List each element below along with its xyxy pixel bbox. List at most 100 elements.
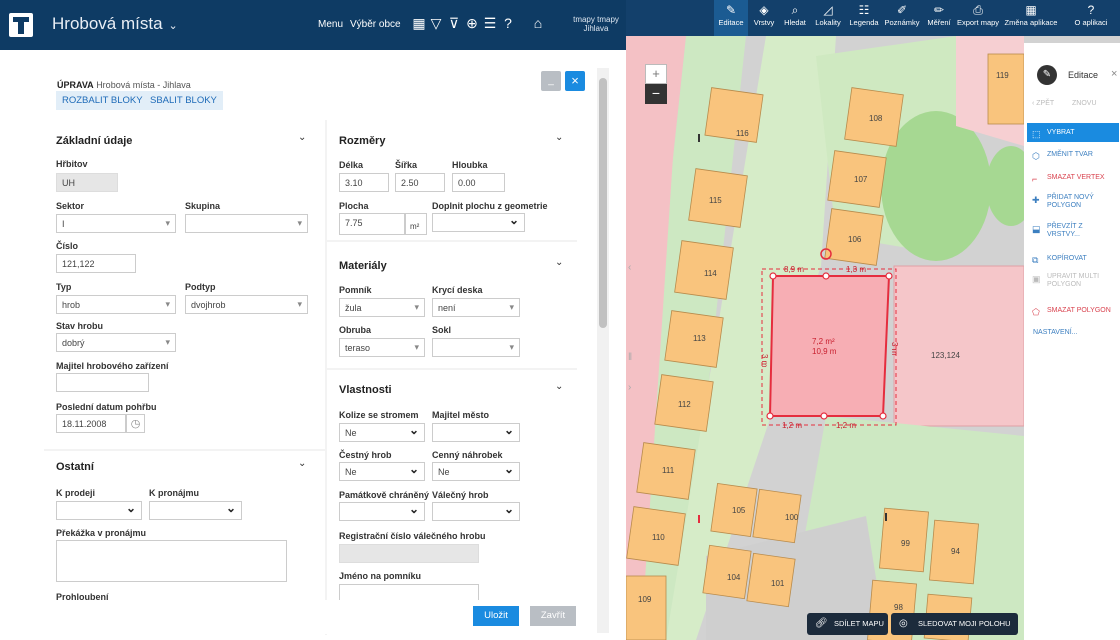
- war-grave-select[interactable]: [432, 502, 520, 521]
- chevron-down-icon[interactable]: ⌄: [298, 132, 306, 143]
- app-title-dropdown[interactable]: Hrobová místa ⌄: [52, 14, 178, 34]
- toolbar-edit[interactable]: ✎ Editace: [714, 0, 748, 36]
- chevron-down-icon[interactable]: ⌄: [555, 132, 563, 143]
- plot-123-124: [893, 265, 1025, 427]
- cover-select[interactable]: není: [432, 298, 520, 317]
- grave-116[interactable]: [704, 87, 764, 143]
- tool-add-polygon[interactable]: ✚ PŘIDAT NOVÝ POLYGON: [1027, 192, 1119, 216]
- select-municipality-link[interactable]: Výběr obce: [350, 19, 401, 30]
- tool-take-from-layer[interactable]: ⬓ PŘEVZÍT Z VRSTVY...: [1027, 221, 1119, 245]
- for-sale-select[interactable]: [56, 501, 142, 520]
- grave-104[interactable]: [702, 544, 752, 600]
- base-select[interactable]: [432, 338, 520, 357]
- toolbar-legend[interactable]: ☷ Legenda: [846, 0, 882, 36]
- width-field[interactable]: 2.50: [395, 173, 445, 192]
- menu-link[interactable]: Menu: [318, 19, 343, 30]
- redo-button[interactable]: ZNOVU: [1072, 100, 1097, 107]
- toolbar-layers[interactable]: ◈ Vrstvy: [748, 0, 780, 36]
- collapse-left-icon[interactable]: ‹: [628, 262, 631, 273]
- valuable-select[interactable]: Ne: [432, 462, 520, 481]
- chevron-down-icon[interactable]: ⌄: [298, 458, 306, 469]
- tool-edit-multipolygon[interactable]: ▣ UPRAVIT MULTI POLYGON: [1027, 271, 1119, 295]
- toolbar-about[interactable]: ? O aplikaci: [1062, 0, 1120, 36]
- properties-title: Vlastnosti: [339, 384, 392, 396]
- monument-select[interactable]: žula: [339, 298, 425, 317]
- app-logo[interactable]: [9, 13, 33, 37]
- city-owner-select[interactable]: [432, 423, 520, 442]
- toolbar-label: Vrstvy: [753, 18, 775, 27]
- zoom-in-button[interactable]: +: [645, 64, 667, 84]
- grave-label: 111: [662, 466, 675, 475]
- clear-filter-icon[interactable]: ⊽: [446, 15, 462, 32]
- toolbar-change-app[interactable]: ▦ Změna aplikace: [1002, 0, 1060, 36]
- tool-copy[interactable]: ⧉ KOPÍROVAT: [1027, 249, 1119, 268]
- grave-109[interactable]: [626, 575, 667, 640]
- owner-field[interactable]: [56, 373, 149, 392]
- tool-delete-polygon[interactable]: ⬠ SMAZAT POLYGON: [1027, 301, 1119, 320]
- chevron-down-icon[interactable]: ⌄: [555, 257, 563, 268]
- toolbar-export[interactable]: ⎙ Export mapy: [956, 0, 1000, 36]
- fill-area-select[interactable]: [432, 213, 525, 232]
- honor-grave-select[interactable]: Ne: [339, 462, 425, 481]
- expand-blocks-button[interactable]: ROZBALIT BLOKY: [56, 91, 149, 110]
- border-select[interactable]: teraso: [339, 338, 425, 357]
- heritage-select[interactable]: [339, 502, 425, 521]
- close-button[interactable]: Zavřít: [530, 606, 576, 626]
- zoom-out-button[interactable]: −: [645, 84, 667, 104]
- chevron-down-icon[interactable]: ⌄: [555, 381, 563, 392]
- tool-reshape[interactable]: ⬡ ZMĚNIT TVAR: [1027, 145, 1119, 164]
- list-icon[interactable]: ☰: [482, 15, 498, 32]
- user-name: tmapy tmapy: [573, 15, 619, 24]
- toolbar-measure[interactable]: ✏ Měření: [922, 0, 956, 36]
- app-header: Hrobová místa ⌄ Menu Výběr obce ▦ ▽ ⊽ ⊕ ☰…: [0, 0, 626, 50]
- minimize-button[interactable]: _: [541, 71, 561, 91]
- area-field[interactable]: 7.75: [339, 213, 405, 235]
- fill-area-label: Doplnit plochu z geometrie: [432, 201, 548, 211]
- filter-icon[interactable]: ▽: [428, 15, 444, 32]
- number-field[interactable]: 121,122: [56, 254, 136, 273]
- track-location-button[interactable]: ◎ SLEDOVAT MOJI POLOHU: [891, 613, 1018, 635]
- expand-right-icon[interactable]: ›: [628, 382, 631, 393]
- save-button[interactable]: Uložit: [473, 606, 519, 626]
- grave-119[interactable]: [987, 53, 1025, 125]
- toolbar-notes[interactable]: ✐ Poznámky: [882, 0, 922, 36]
- close-icon[interactable]: ×: [1111, 68, 1117, 80]
- subtype-select[interactable]: dvojhrob: [185, 295, 308, 314]
- tool-delete-vertex[interactable]: ⌐ SMAZAT VERTEX: [1027, 168, 1119, 187]
- help-icon[interactable]: ?: [500, 15, 516, 31]
- depth-field[interactable]: 0.00: [452, 173, 505, 192]
- share-map-button[interactable]: 🔗︎ SDÍLET MAPU: [807, 613, 888, 635]
- state-select[interactable]: dobrý: [56, 333, 176, 352]
- user-info[interactable]: tmapy tmapy Jihlava: [570, 15, 622, 33]
- dim-label: 8,9 m: [784, 265, 804, 274]
- group-select[interactable]: [185, 214, 308, 233]
- home-icon[interactable]: ⌂: [530, 15, 546, 31]
- close-x-button[interactable]: ×: [565, 71, 585, 91]
- length-field[interactable]: 3.10: [339, 173, 389, 192]
- war-reg-field[interactable]: [339, 544, 479, 563]
- clock-icon[interactable]: ◷: [126, 414, 145, 433]
- add-circle-icon[interactable]: ⊕: [464, 15, 480, 32]
- for-rent-select[interactable]: [149, 501, 242, 520]
- type-select[interactable]: hrob: [56, 295, 176, 314]
- toolbar-search[interactable]: ⌕ Hledat: [780, 0, 810, 36]
- dialog-scrollbar[interactable]: [597, 68, 609, 633]
- drag-handle-icon[interactable]: ‖: [628, 352, 632, 363]
- sector-select[interactable]: I: [56, 214, 176, 233]
- selected-grave-polygon[interactable]: [768, 275, 891, 417]
- obstacle-textarea[interactable]: [56, 540, 287, 582]
- burial-date-field[interactable]: 18.11.2008: [56, 414, 126, 433]
- undo-button[interactable]: ‹ ZPĚT: [1032, 100, 1054, 107]
- scroll-thumb[interactable]: [599, 78, 607, 328]
- table-icon[interactable]: ▦: [411, 15, 427, 32]
- tool-settings[interactable]: NASTAVENÍ...: [1027, 323, 1119, 342]
- collapse-blocks-button[interactable]: SBALIT BLOKY: [144, 91, 223, 110]
- dimensions-panel: Rozměry ⌄ Délka 3.10 Šířka 2.50 Hloubka …: [327, 120, 577, 240]
- toolbar-locations[interactable]: ◿ Lokality: [810, 0, 846, 36]
- tree-collision-select[interactable]: Ne: [339, 423, 425, 442]
- cemetery-field[interactable]: UH: [56, 173, 118, 192]
- help-icon: ?: [1087, 3, 1095, 17]
- tool-select[interactable]: ⬚ VYBRAT: [1027, 123, 1119, 142]
- share-label: SDÍLET MAPU: [834, 619, 884, 628]
- toolbar-label: O aplikaci: [1074, 18, 1108, 27]
